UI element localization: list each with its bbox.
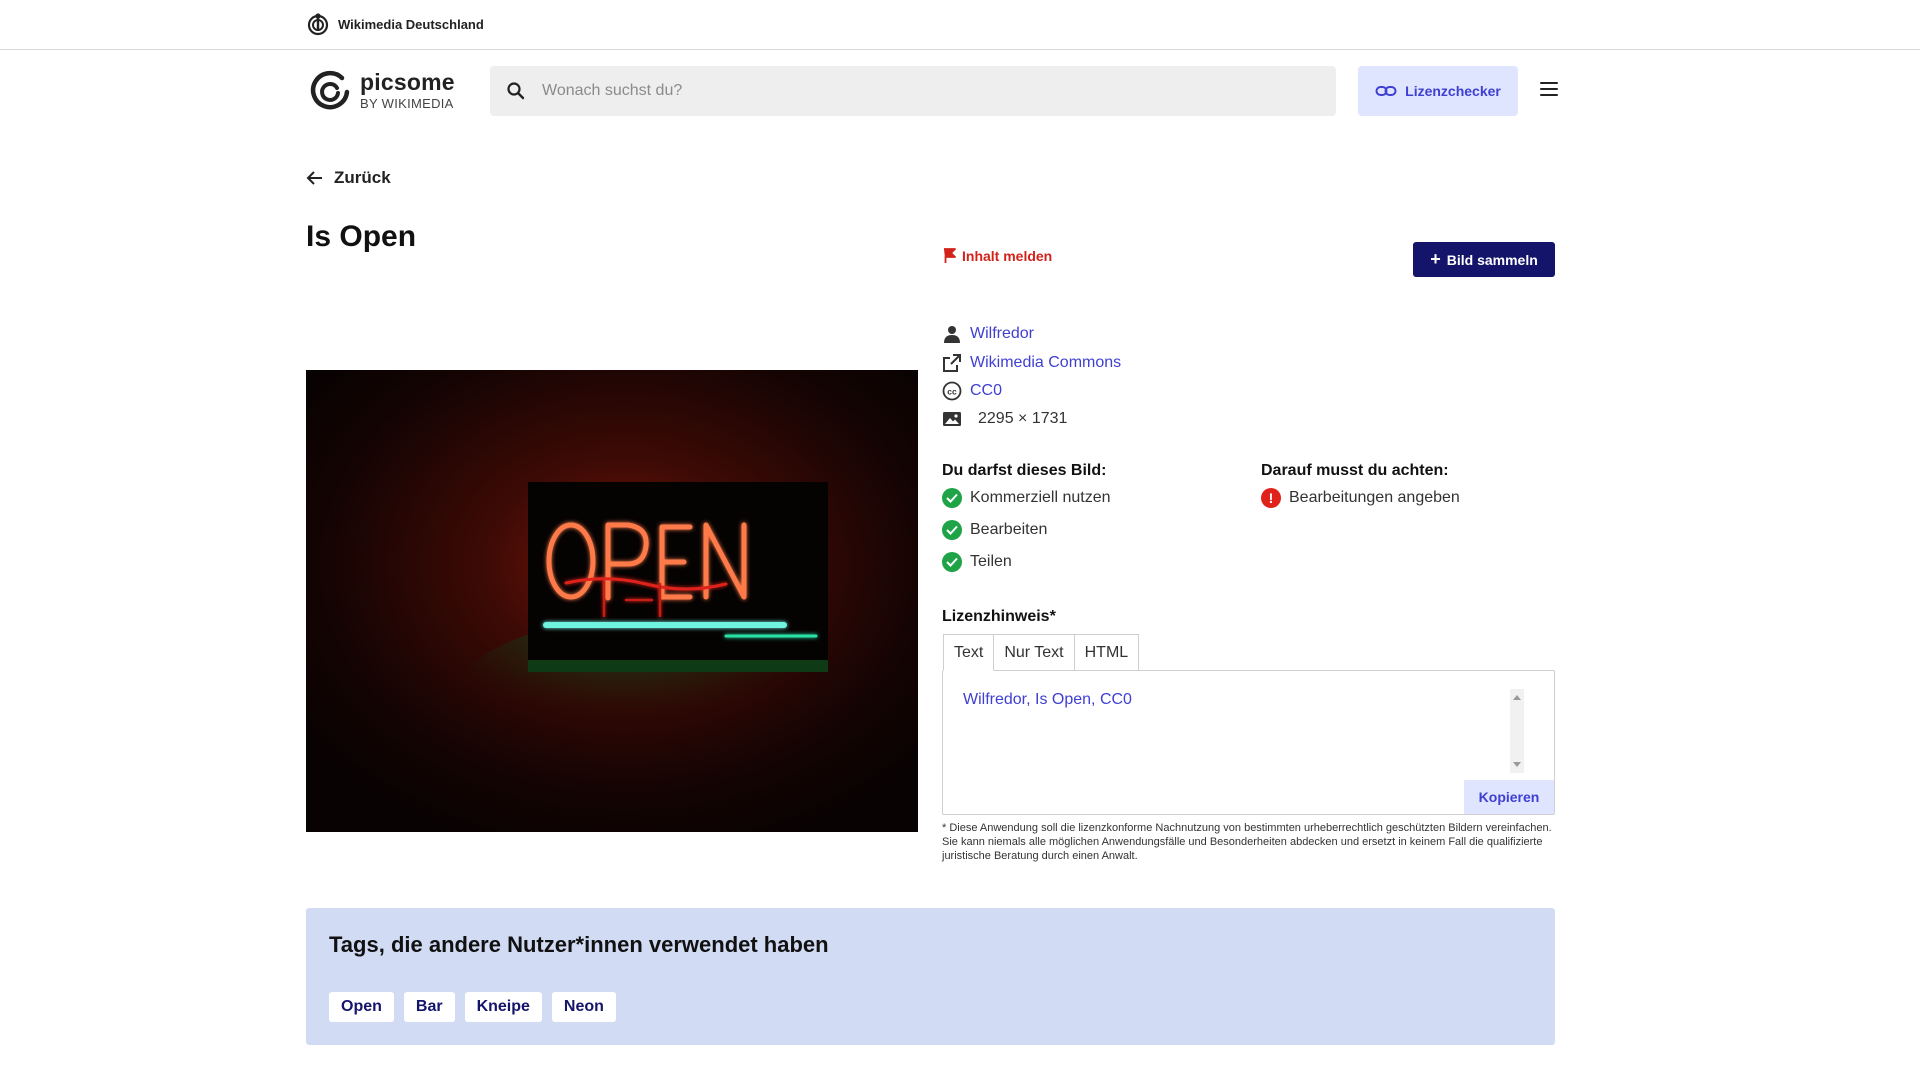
scroll-up-icon[interactable]: [1513, 695, 1521, 700]
check-icon: [942, 488, 962, 508]
tab-plain-text[interactable]: Nur Text: [993, 634, 1075, 671]
tag-neon[interactable]: Neon: [551, 992, 616, 1022]
main-image[interactable]: [306, 370, 918, 832]
permission-edit: Bearbeiten: [942, 520, 1047, 540]
tag-open[interactable]: Open: [329, 992, 394, 1022]
license-row: cc CC0: [942, 381, 1002, 401]
tag-kneipe[interactable]: Kneipe: [464, 992, 542, 1022]
license-scrollbar[interactable]: [1510, 689, 1524, 773]
plus-icon: +: [1430, 248, 1441, 269]
tags-heading: Tags, die andere Nutzer*innen verwendet …: [329, 932, 829, 957]
attention-attribution: ! Bearbeitungen angeben: [1261, 488, 1460, 508]
wikimedia-deutschland-link[interactable]: Wikimedia Deutschland: [306, 12, 484, 36]
source-link[interactable]: Wikimedia Commons: [970, 354, 1121, 372]
attention-heading: Darauf musst du achten:: [1261, 462, 1449, 479]
collect-label: Bild sammeln: [1446, 251, 1538, 268]
author-link[interactable]: Wilfredor: [970, 325, 1034, 343]
image-width: 2295: [978, 410, 1014, 427]
report-content-link[interactable]: Inhalt melden: [942, 248, 1052, 264]
search-input[interactable]: [542, 82, 1302, 100]
brand-subtitle: BY WIKIMEDIA: [360, 95, 454, 111]
license-link[interactable]: CC0: [970, 382, 1002, 400]
license-checker-label: Lizenzchecker: [1405, 83, 1501, 99]
search-bar[interactable]: [490, 66, 1336, 116]
warning-icon: !: [1261, 488, 1281, 508]
picsome-logo-icon: [310, 70, 350, 110]
copy-button[interactable]: Kopieren: [1464, 780, 1554, 814]
report-label: Inhalt melden: [962, 248, 1053, 264]
external-link-icon: [943, 354, 961, 372]
license-notice-box: Wilfredor, Is Open, CC0 Kopieren: [942, 670, 1555, 815]
tag-bar[interactable]: Bar: [403, 992, 455, 1022]
license-format-tabs: Text Nur Text HTML: [943, 634, 1140, 671]
site-header: picsome BY WIKIMEDIA Lizenzchecker: [306, 64, 1558, 118]
permission-label: Bearbeiten: [970, 521, 1048, 538]
allowed-heading: Du darfst dieses Bild:: [942, 462, 1107, 479]
picsome-logo-link[interactable]: picsome BY WIKIMEDIA: [306, 66, 455, 114]
org-name: Wikimedia Deutschland: [338, 16, 484, 32]
link-icon: [1375, 86, 1397, 96]
tag-list: Open Bar Kneipe Neon: [329, 992, 616, 1022]
tab-text[interactable]: Text: [943, 634, 995, 671]
dimension-separator: ×: [1018, 410, 1028, 427]
creative-commons-icon: cc: [942, 381, 962, 401]
legal-disclaimer: * Diese Anwendung soll die lizenzkonform…: [942, 822, 1552, 862]
tab-html[interactable]: HTML: [1073, 634, 1140, 671]
image-icon: [943, 412, 961, 426]
attention-label: Bearbeitungen angeben: [1289, 489, 1460, 506]
image-dimensions: 2295 × 1731: [978, 410, 1067, 428]
arrow-left-icon: [306, 171, 322, 185]
source-row: Wikimedia Commons: [942, 353, 1121, 373]
wikimedia-logo-icon: [307, 13, 329, 36]
image-height: 1731: [1031, 410, 1068, 427]
flag-icon: [944, 248, 956, 263]
tags-panel: Tags, die andere Nutzer*innen verwendet …: [306, 908, 1555, 1045]
scroll-down-icon[interactable]: [1513, 762, 1521, 767]
page-title: Is Open: [306, 220, 417, 253]
license-notice-heading: Lizenzhinweis*: [942, 608, 1056, 625]
author-row: Wilfredor: [942, 324, 1034, 344]
permission-share: Teilen: [942, 552, 1012, 572]
check-icon: [942, 520, 962, 540]
brand-name: picsome: [360, 68, 455, 95]
permission-label: Teilen: [970, 553, 1012, 570]
collect-image-button[interactable]: + Bild sammeln: [1413, 242, 1555, 277]
user-icon: [944, 326, 960, 343]
license-checker-button[interactable]: Lizenzchecker: [1358, 66, 1518, 116]
permission-commercial: Kommerziell nutzen: [942, 488, 1111, 508]
menu-icon[interactable]: [1540, 82, 1558, 98]
top-bar: Wikimedia Deutschland: [0, 0, 1920, 50]
check-icon: [942, 552, 962, 572]
search-icon[interactable]: [506, 81, 526, 101]
permission-label: Kommerziell nutzen: [970, 489, 1111, 506]
license-notice-text[interactable]: Wilfredor, Is Open, CC0: [963, 691, 1132, 709]
back-label: Zurück: [334, 168, 391, 187]
dimensions-row: 2295 × 1731: [942, 409, 1067, 429]
svg-text:cc: cc: [947, 387, 957, 397]
back-link[interactable]: Zurück: [306, 168, 391, 188]
